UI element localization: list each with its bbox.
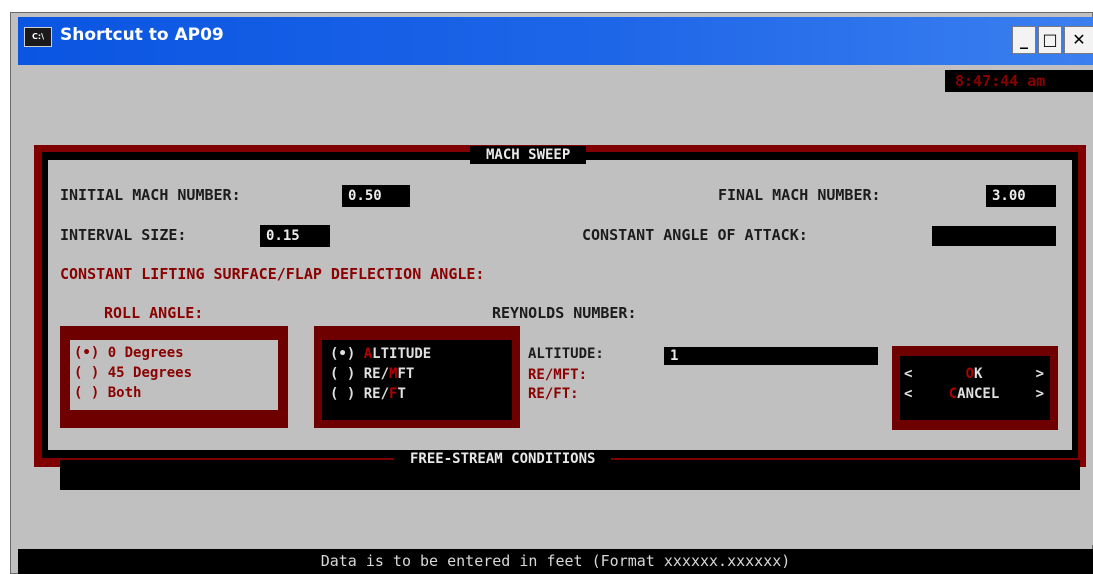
deflection-angle-label: CONSTANT LIFTING SURFACE/FLAP DEFLECTION… xyxy=(60,265,485,283)
re-mft-label: RE/MFT: xyxy=(528,367,588,383)
initial-mach-input[interactable]: 0.50 xyxy=(342,185,410,207)
cancel-label: CANCEL xyxy=(949,386,1000,402)
option-label: RE/ xyxy=(363,366,390,382)
bracket-right: > xyxy=(1035,366,1044,382)
altitude-input[interactable]: 1 xyxy=(664,347,878,365)
radio-unselected[interactable]: ( ) xyxy=(74,365,99,381)
hotkey-letter: A xyxy=(363,346,373,362)
option-label: T xyxy=(397,386,406,402)
hotkey-letter: C xyxy=(948,386,958,402)
option-label: FT xyxy=(397,366,415,382)
free-stream-title: FREE-STREAM CONDITIONS xyxy=(394,450,612,468)
radio-unselected[interactable]: ( ) xyxy=(330,366,355,382)
console-icon[interactable]: C:\ xyxy=(24,27,52,47)
initial-mach-label: INITIAL MACH NUMBER: xyxy=(60,186,241,204)
ok-label: OK xyxy=(966,366,983,382)
window-title: Shortcut to AP09 xyxy=(60,25,224,45)
radio-unselected[interactable]: ( ) xyxy=(330,386,355,402)
option-label: LTITUDE xyxy=(372,346,432,362)
roll-option-45-degrees[interactable]: ( ) 45 Degrees xyxy=(74,365,192,381)
radio-selected[interactable]: (•) xyxy=(330,346,355,362)
re-ft-label: RE/FT: xyxy=(528,386,579,402)
dialog-title: MACH SWEEP xyxy=(470,146,587,164)
maximize-button[interactable]: □ xyxy=(1038,26,1062,54)
interval-size-label: INTERVAL SIZE: xyxy=(60,226,187,244)
cancel-button[interactable]: < CANCEL > xyxy=(904,386,1044,402)
angle-of-attack-label: CONSTANT ANGLE OF ATTACK: xyxy=(582,226,808,244)
roll-option-both[interactable]: ( ) Both xyxy=(74,385,141,401)
hotkey-letter: O xyxy=(965,366,974,382)
final-mach-label: FINAL MACH NUMBER: xyxy=(718,186,881,204)
interval-size-input[interactable]: 0.15 xyxy=(260,225,330,247)
roll-option-label: Both xyxy=(107,385,142,401)
bracket-left: < xyxy=(904,366,913,382)
reynolds-option-altitude[interactable]: (•) ALTITUDE xyxy=(330,346,431,362)
reynolds-option-re-ft[interactable]: ( ) RE/FT xyxy=(330,386,406,402)
close-button[interactable]: ✕ xyxy=(1064,26,1093,54)
reynolds-option-re-mft[interactable]: ( ) RE/MFT xyxy=(330,366,414,382)
minimize-button[interactable]: _ xyxy=(1012,26,1036,54)
roll-option-0-degrees[interactable]: (•) 0 Degrees xyxy=(74,345,184,361)
roll-option-label: 45 Degrees xyxy=(107,365,193,381)
radio-selected[interactable]: (•) xyxy=(74,345,99,361)
button-label: ANCEL xyxy=(957,386,1000,402)
roll-angle-label: ROLL ANGLE: xyxy=(104,304,204,322)
angle-of-attack-input[interactable] xyxy=(932,226,1056,246)
option-label: RE/ xyxy=(363,386,390,402)
altitude-label: ALTITUDE: xyxy=(528,346,604,362)
status-bar: Data is to be entered in feet (Format xx… xyxy=(18,549,1093,574)
ok-button[interactable]: < OK > xyxy=(904,366,1044,382)
button-label: K xyxy=(974,366,983,382)
bracket-left: < xyxy=(904,386,913,402)
radio-unselected[interactable]: ( ) xyxy=(74,385,99,401)
reynolds-number-label: REYNOLDS NUMBER: xyxy=(492,304,637,322)
bracket-right: > xyxy=(1035,386,1044,402)
final-mach-input[interactable]: 3.00 xyxy=(986,185,1056,207)
roll-option-label: 0 Degrees xyxy=(107,345,184,361)
clock: 8:47:44 am xyxy=(945,70,1093,92)
